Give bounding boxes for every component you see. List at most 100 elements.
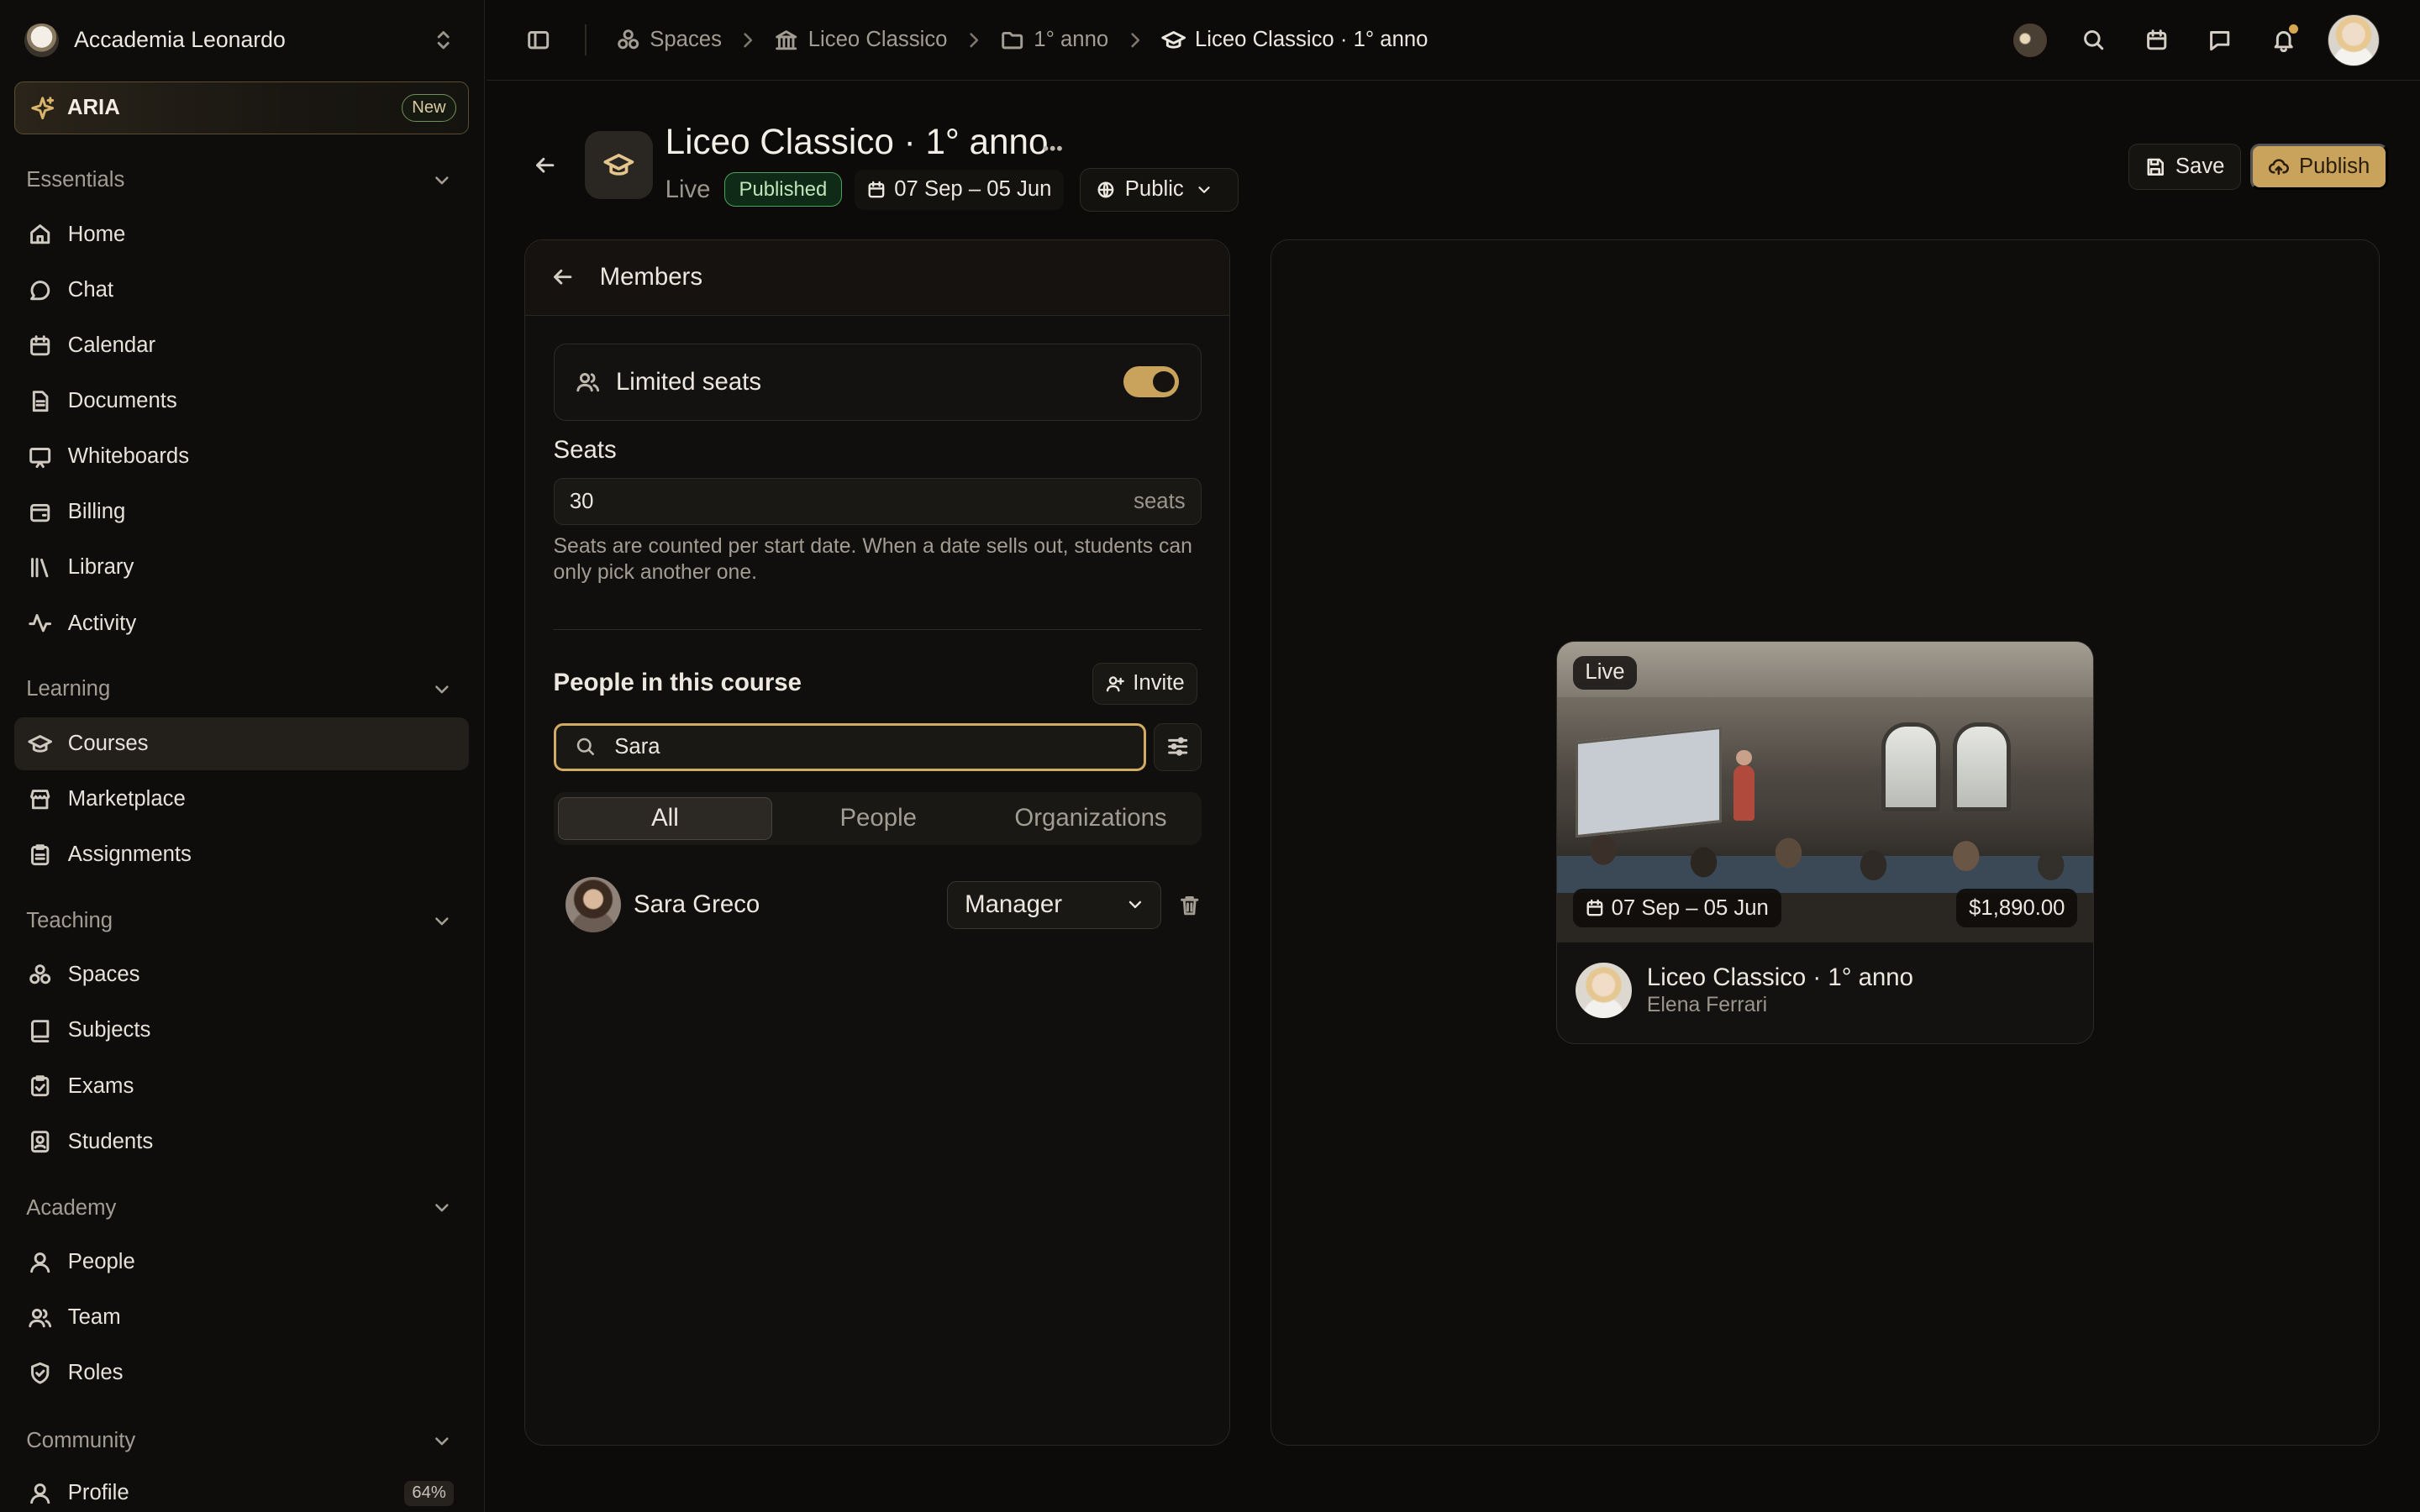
chevron-down-icon xyxy=(1128,901,1142,909)
folder-icon xyxy=(1002,32,1023,50)
seats-value: 30 xyxy=(569,489,594,513)
wallet-icon xyxy=(30,504,50,522)
section-community-title: Community xyxy=(26,1428,136,1452)
date-range-chip[interactable]: 07 Sep – 05 Jun xyxy=(854,170,1065,210)
chevron-down-icon xyxy=(435,176,449,185)
people-search-field[interactable] xyxy=(553,722,1146,771)
calendar-icon xyxy=(30,334,50,355)
sidebar: Accademia Leonardo ARIA New Essentials H… xyxy=(0,0,485,1512)
aria-button[interactable]: ARIA New xyxy=(13,81,470,134)
card-footer: Liceo Classico · 1° anno Elena Ferrari xyxy=(1576,963,1913,1019)
breadcrumb-spaces[interactable]: Spaces xyxy=(616,28,722,52)
user-plus-icon xyxy=(1107,676,1125,692)
sidebar-item-label: Team xyxy=(67,1305,121,1330)
sidebar-item-calendar[interactable]: Calendar xyxy=(14,319,470,371)
sidebar-item-people[interactable]: People xyxy=(14,1236,470,1288)
course-preview-area: Live 07 Sep – 05 Jun $1,890.00 Liceo Cla… xyxy=(1270,239,2381,1446)
sidebar-item-home[interactable]: Home xyxy=(14,208,470,260)
divider xyxy=(553,628,1202,631)
seats-field[interactable]: 30 seats xyxy=(553,477,1202,526)
chevrons-up-down-icon xyxy=(438,31,450,50)
sidebar-item-label: Profile xyxy=(67,1481,129,1505)
sidebar-item-whiteboards[interactable]: Whiteboards xyxy=(14,430,470,482)
breadcrumb-current-course[interactable]: Liceo Classico · 1° anno xyxy=(1160,28,1428,52)
sidebar-item-subjects[interactable]: Subjects xyxy=(14,1005,470,1057)
user-icon xyxy=(30,1252,50,1273)
sidebar-item-documents[interactable]: Documents xyxy=(14,375,470,427)
tab-all[interactable]: All xyxy=(558,796,772,841)
role-select[interactable]: Manager xyxy=(946,880,1162,929)
status-badge: Published xyxy=(724,172,842,207)
visibility-select[interactable]: Public xyxy=(1079,168,1239,212)
assistant-avatar-button[interactable] xyxy=(1999,14,2062,66)
tab-people[interactable]: People xyxy=(772,797,985,840)
divider xyxy=(585,24,587,56)
whiteboard-icon xyxy=(29,448,51,469)
messages-button[interactable] xyxy=(2188,14,2251,66)
invite-button[interactable]: Invite xyxy=(1092,662,1198,705)
sidebar-item-label: Subjects xyxy=(67,1018,151,1042)
sidebar-item-label: Marketplace xyxy=(67,786,186,811)
tab-organizations[interactable]: Organizations xyxy=(985,797,1197,840)
sidebar-item-label: Billing xyxy=(67,500,126,524)
clipboard-check-icon xyxy=(31,1075,50,1097)
people-search-input[interactable] xyxy=(614,734,1125,759)
breadcrumb-label: Liceo Classico · 1° anno xyxy=(1195,28,1428,52)
sidebar-item-label: Documents xyxy=(67,389,177,413)
top-bar: Spaces Liceo Classico 1° anno Liceo Clas… xyxy=(486,0,2420,81)
sidebar-item-profile[interactable]: Profile 64% xyxy=(14,1467,470,1512)
user-icon xyxy=(30,1483,50,1504)
aria-label: ARIA xyxy=(66,96,120,120)
section-teaching-title: Teaching xyxy=(26,909,113,932)
calendar-button[interactable] xyxy=(2125,14,2188,66)
spaces-icon xyxy=(29,964,51,984)
notifications-button[interactable] xyxy=(2252,14,2315,66)
library-icon xyxy=(31,558,49,578)
org-switcher[interactable]: Accademia Leonardo xyxy=(24,22,455,59)
breadcrumb-liceo-classico[interactable]: Liceo Classico xyxy=(774,28,947,52)
sidebar-item-roles[interactable]: Roles xyxy=(14,1347,470,1399)
sidebar-item-exams[interactable]: Exams xyxy=(14,1060,470,1112)
trash-icon[interactable] xyxy=(1177,893,1202,917)
calendar-icon xyxy=(2147,29,2167,50)
limited-seats-label: Limited seats xyxy=(615,367,762,396)
list-item: Sara Greco Manager xyxy=(566,877,1202,933)
sidebar-item-label: Chat xyxy=(67,277,114,302)
section-academy[interactable]: Academy xyxy=(26,1193,453,1224)
chevron-down-icon xyxy=(435,1436,449,1445)
breadcrumb-1-anno[interactable]: 1° anno xyxy=(1000,28,1108,52)
sidebar-item-chat[interactable]: Chat xyxy=(14,264,470,316)
sidebar-item-courses[interactable]: Courses xyxy=(13,717,470,770)
section-essentials-title: Essentials xyxy=(26,168,125,192)
back-arrow-icon[interactable] xyxy=(550,265,575,289)
save-icon xyxy=(2147,158,2165,176)
more-horizontal-icon[interactable] xyxy=(1040,136,1065,160)
save-button[interactable]: Save xyxy=(2128,143,2241,190)
sidebar-item-label: Library xyxy=(67,555,134,580)
sidebar-item-label: Roles xyxy=(67,1361,124,1385)
sidebar-item-students[interactable]: Students xyxy=(14,1116,470,1168)
filter-button[interactable] xyxy=(1154,722,1202,771)
section-essentials[interactable]: Essentials xyxy=(26,165,453,197)
section-teaching[interactable]: Teaching xyxy=(26,906,453,937)
sidebar-item-billing[interactable]: Billing xyxy=(14,486,470,538)
limited-seats-toggle[interactable] xyxy=(1123,366,1180,397)
sidebar-item-label: Exams xyxy=(67,1074,134,1098)
section-learning[interactable]: Learning xyxy=(26,675,453,706)
sidebar-item-activity[interactable]: Activity xyxy=(14,597,470,649)
card-text: Liceo Classico · 1° anno Elena Ferrari xyxy=(1647,963,1913,1017)
sidebar-item-library[interactable]: Library xyxy=(14,542,470,594)
sidebar-item-label: Spaces xyxy=(67,963,140,987)
course-card-preview[interactable]: Live 07 Sep – 05 Jun $1,890.00 Liceo Cla… xyxy=(1556,641,2094,1044)
sidebar-item-marketplace[interactable]: Marketplace xyxy=(14,773,470,825)
sidebar-toggle-icon[interactable] xyxy=(526,28,550,52)
search-button[interactable] xyxy=(2062,14,2125,66)
sidebar-item-assignments[interactable]: Assignments xyxy=(14,828,470,880)
sidebar-item-team[interactable]: Team xyxy=(14,1291,470,1343)
section-community[interactable]: Community xyxy=(26,1425,453,1457)
sidebar-item-spaces[interactable]: Spaces xyxy=(14,949,470,1001)
publish-button[interactable]: Publish xyxy=(2249,143,2388,190)
back-arrow-icon[interactable] xyxy=(533,153,557,177)
image-window xyxy=(1881,722,1940,812)
user-avatar[interactable] xyxy=(2327,13,2381,66)
